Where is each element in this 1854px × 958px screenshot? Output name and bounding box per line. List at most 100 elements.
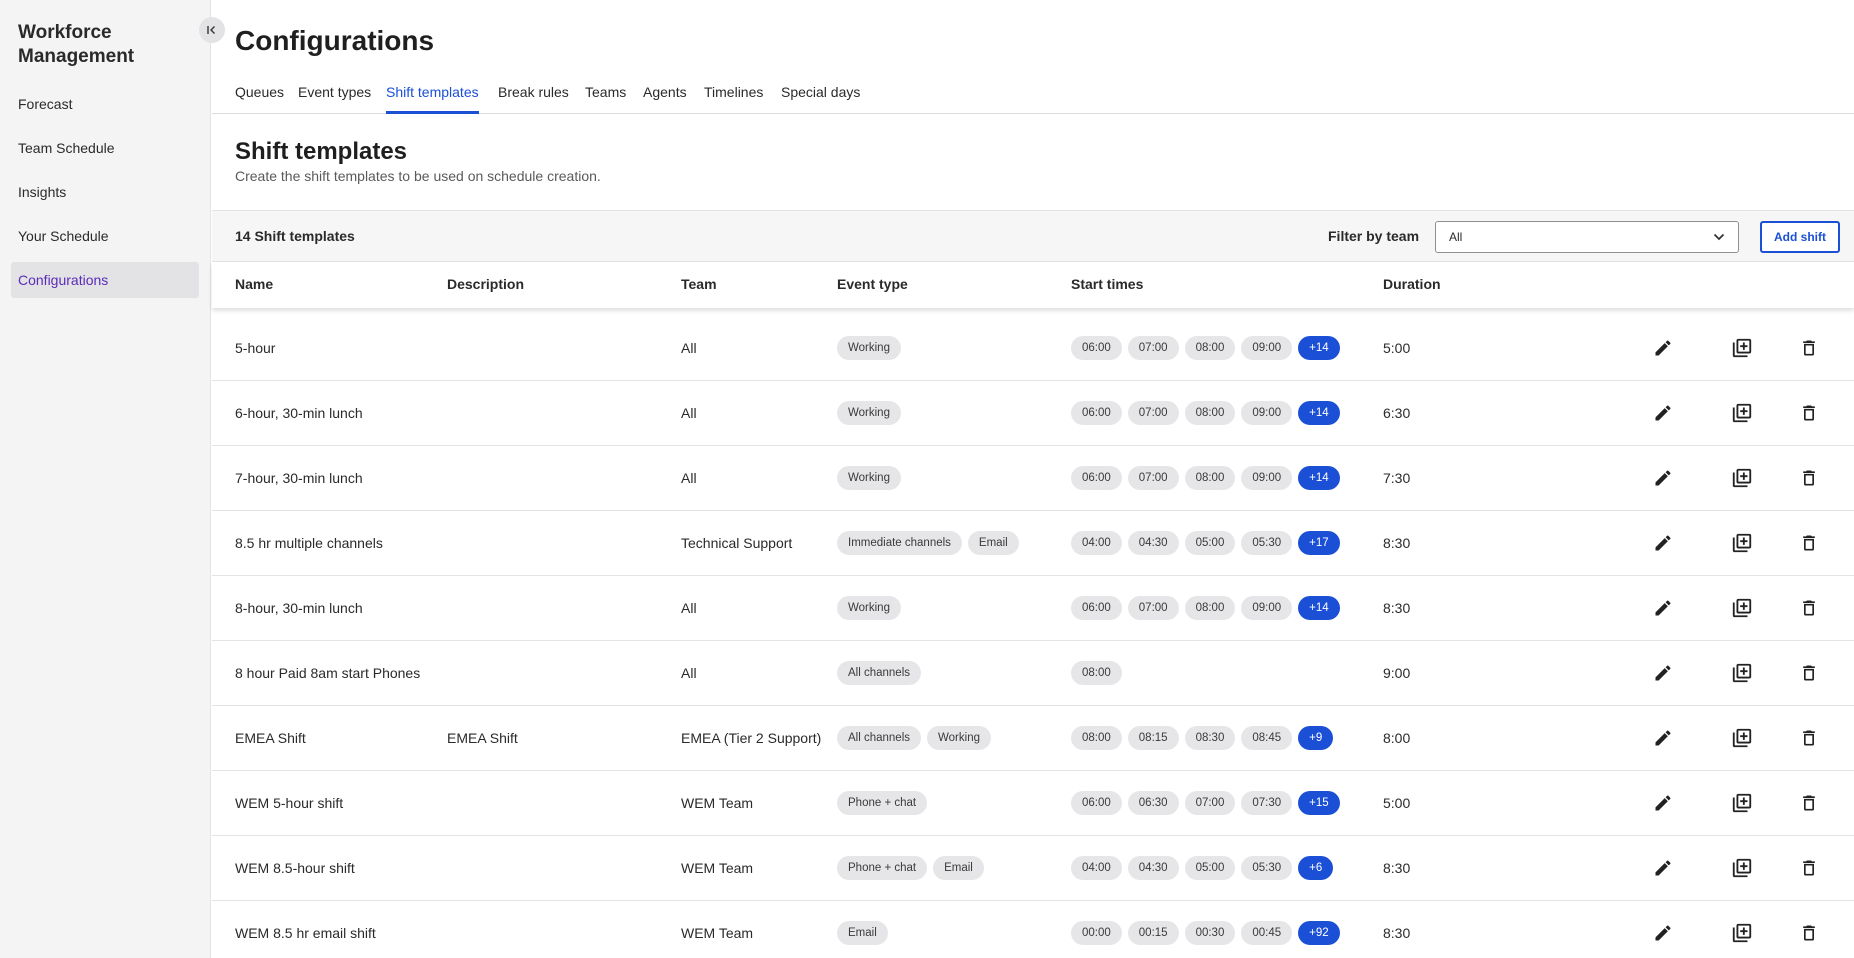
duplicate-button[interactable]: [1730, 466, 1754, 490]
table-toolbar: 14 Shift templates Filter by team All Ad…: [212, 210, 1854, 262]
duplicate-button[interactable]: [1730, 791, 1754, 815]
shift-team: All: [681, 340, 697, 356]
shift-description: EMEA Shift: [447, 730, 518, 746]
start-time-chip: 05:30: [1241, 531, 1293, 555]
event-type-chip: Email: [933, 856, 984, 880]
start-time-chip: 09:00: [1241, 596, 1293, 620]
edit-button[interactable]: [1651, 726, 1675, 750]
delete-button[interactable]: [1797, 921, 1821, 945]
duplicate-button[interactable]: [1730, 336, 1754, 360]
delete-button[interactable]: [1797, 336, 1821, 360]
duplicate-icon: [1732, 338, 1752, 358]
table-body: 5-hour All Working 06:00 07:00 08:00 09:00 +…: [212, 316, 1854, 958]
tab-agents[interactable]: Agents: [643, 78, 687, 114]
event-type-chip: Email: [837, 921, 888, 945]
app-title: Workforce Management: [18, 22, 135, 67]
duplicate-button[interactable]: [1730, 401, 1754, 425]
delete-button[interactable]: [1797, 856, 1821, 880]
edit-button[interactable]: [1651, 531, 1675, 555]
delete-button[interactable]: [1797, 726, 1821, 750]
table-row: WEM 8.5 hr email shift WEM Team Email 00…: [212, 901, 1854, 958]
event-type-chip: Email: [967, 531, 1019, 555]
event-type-chips: All channels: [837, 661, 922, 685]
more-start-times-badge[interactable]: +92: [1298, 921, 1340, 945]
edit-button[interactable]: [1651, 856, 1675, 880]
team-filter-select[interactable]: All: [1435, 221, 1739, 253]
edit-button[interactable]: [1651, 336, 1675, 360]
delete-button[interactable]: [1797, 466, 1821, 490]
table-row: 8 hour Paid 8am start Phones All All cha…: [212, 641, 1854, 706]
more-start-times-badge[interactable]: +9: [1298, 726, 1334, 750]
team-filter-value: All: [1449, 230, 1463, 244]
shift-team: All: [681, 405, 697, 421]
delete-button[interactable]: [1797, 531, 1821, 555]
event-type-chips: Phone + chat: [837, 791, 928, 815]
edit-button[interactable]: [1651, 791, 1675, 815]
delete-button[interactable]: [1797, 661, 1821, 685]
duplicate-icon: [1732, 793, 1752, 813]
edit-button[interactable]: [1651, 466, 1675, 490]
shift-team: WEM Team: [681, 795, 754, 811]
delete-button[interactable]: [1797, 401, 1821, 425]
duplicate-icon: [1732, 468, 1752, 488]
edit-icon: [1655, 535, 1671, 551]
tab-timelines[interactable]: Timelines: [704, 78, 763, 114]
sidebar-item-your-schedule[interactable]: Your Schedule: [11, 218, 199, 254]
more-start-times-badge[interactable]: +17: [1298, 531, 1340, 555]
duplicate-button[interactable]: [1730, 726, 1754, 750]
sidebar-item-forecast[interactable]: Forecast: [11, 86, 199, 122]
edit-button[interactable]: [1651, 401, 1675, 425]
event-type-chip: Working: [837, 401, 901, 425]
edit-button[interactable]: [1651, 661, 1675, 685]
more-start-times-badge[interactable]: +14: [1298, 336, 1340, 360]
shift-name: WEM 8.5-hour shift: [235, 860, 355, 876]
event-type-chip: Working: [837, 466, 901, 490]
duplicate-icon: [1732, 598, 1752, 618]
start-time-chips: 04:00 04:30 05:00 05:30 +6: [1071, 856, 1334, 880]
tab-teams[interactable]: Teams: [585, 78, 626, 114]
start-time-chip: 05:00: [1184, 531, 1236, 555]
more-start-times-badge[interactable]: +14: [1298, 401, 1340, 425]
more-start-times-badge[interactable]: +15: [1298, 791, 1340, 815]
table-row: 6-hour, 30-min lunch All Working 06:00 07…: [212, 381, 1854, 446]
add-shift-button[interactable]: Add shift: [1760, 221, 1840, 253]
tab-shift-templates[interactable]: Shift templates: [386, 78, 479, 114]
start-time-chip: 08:45: [1241, 726, 1293, 750]
shift-duration: 6:30: [1383, 405, 1411, 421]
start-time-chip: 04:30: [1127, 856, 1179, 880]
more-start-times-badge[interactable]: +14: [1298, 466, 1340, 490]
duplicate-button[interactable]: [1730, 596, 1754, 620]
sidebar-item-insights[interactable]: Insights: [11, 174, 199, 210]
start-time-chips: 06:00 07:00 08:00 09:00 +14: [1071, 401, 1340, 425]
sidebar-item-team-schedule[interactable]: Team Schedule: [11, 130, 199, 166]
shift-name: EMEA Shift: [235, 730, 306, 746]
column-header-description: Description: [447, 276, 525, 292]
event-type-chips: Working: [837, 336, 901, 360]
delete-button[interactable]: [1797, 791, 1821, 815]
delete-icon: [1803, 405, 1815, 421]
tab-special-days[interactable]: Special days: [781, 78, 860, 114]
delete-icon: [1803, 535, 1815, 551]
duplicate-button[interactable]: [1730, 531, 1754, 555]
duplicate-button[interactable]: [1730, 856, 1754, 880]
table-row: EMEA Shift EMEA Shift EMEA (Tier 2 Suppo…: [212, 706, 1854, 771]
collapse-sidebar-button[interactable]: [199, 17, 225, 43]
duplicate-button[interactable]: [1730, 921, 1754, 945]
column-header-team: Team: [681, 276, 717, 292]
duplicate-button[interactable]: [1730, 661, 1754, 685]
tab-event-types[interactable]: Event types: [298, 78, 371, 114]
event-type-chip: All channels: [837, 661, 922, 685]
edit-button[interactable]: [1651, 921, 1675, 945]
sidebar-item-configurations[interactable]: Configurations: [11, 262, 199, 298]
start-time-chip: 07:30: [1241, 791, 1293, 815]
tab-break-rules[interactable]: Break rules: [498, 78, 569, 114]
edit-icon: [1655, 470, 1671, 486]
edit-button[interactable]: [1651, 596, 1675, 620]
more-start-times-badge[interactable]: +6: [1298, 856, 1334, 880]
table-row: 8.5 hr multiple channels Technical Suppo…: [212, 511, 1854, 576]
tab-queues[interactable]: Queues: [235, 78, 284, 114]
start-time-chip: 00:45: [1241, 921, 1293, 945]
more-start-times-badge[interactable]: +14: [1298, 596, 1340, 620]
delete-button[interactable]: [1797, 596, 1821, 620]
delete-icon: [1803, 925, 1815, 941]
